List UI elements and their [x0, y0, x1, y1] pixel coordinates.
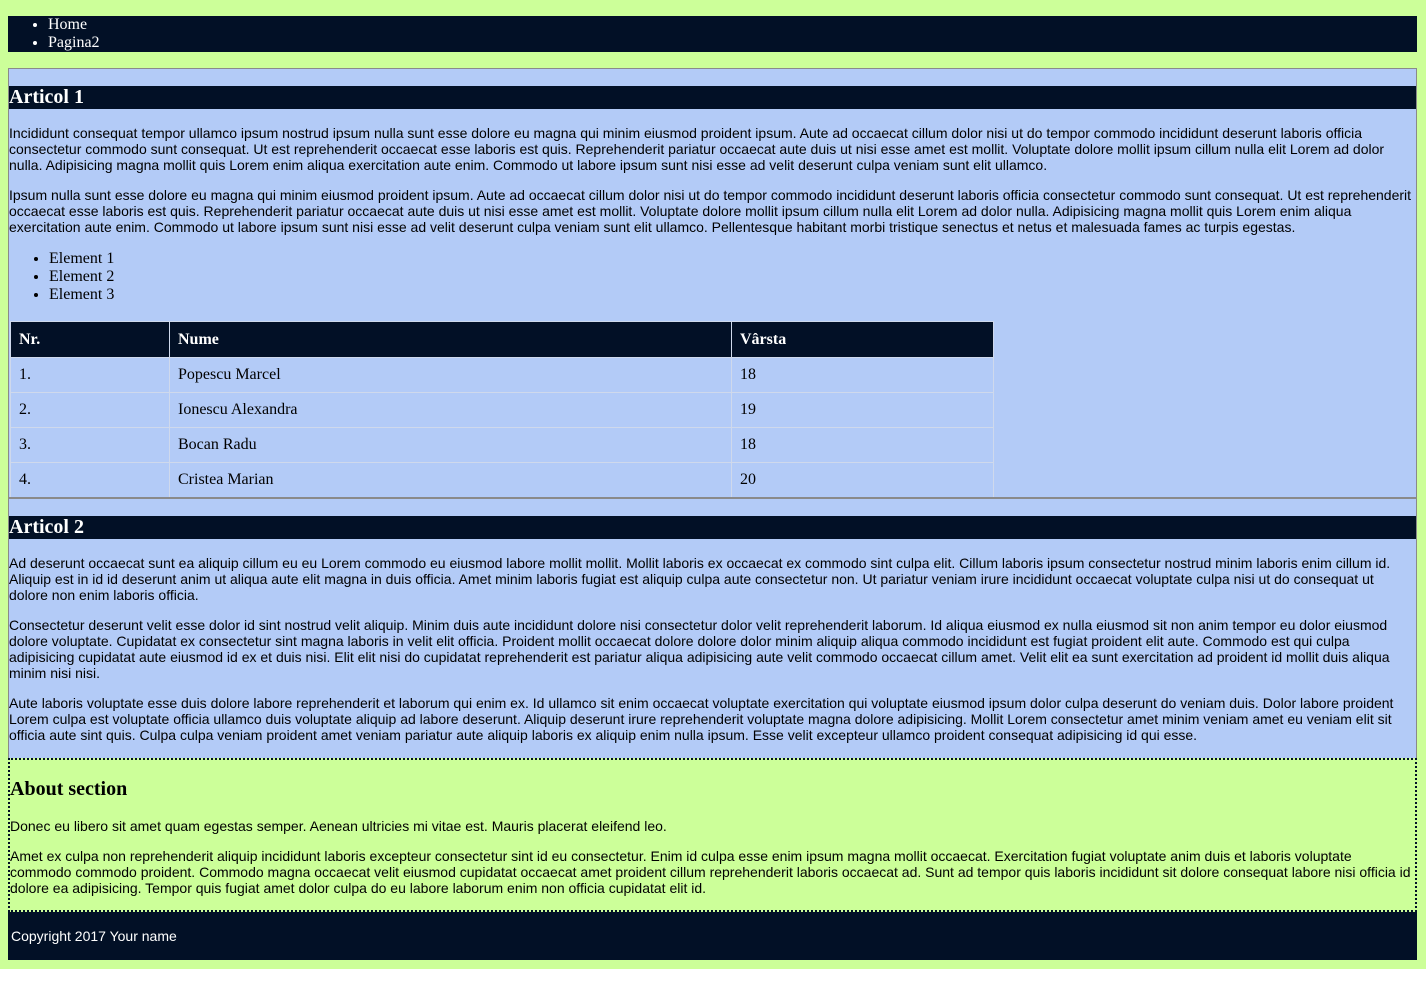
about-paragraph: Amet ex culpa non reprehenderit aliquip … [10, 848, 1411, 896]
column-header-varsta: Vârsta [731, 321, 994, 358]
article-1-list: Element 1 Element 2 Element 3 [9, 250, 114, 304]
about-paragraph: Donec eu libero sit amet quam egestas se… [10, 818, 667, 834]
article-1: Articol 1 Incididunt consequat tempor ul… [9, 86, 1416, 303]
about-title: About section [10, 778, 128, 800]
cell-nr: 2. [10, 392, 170, 428]
cell-varsta: 19 [731, 392, 994, 428]
column-header-nume: Nume [169, 321, 732, 358]
cell-nume: Cristea Marian [169, 462, 732, 498]
cell-nr: 3. [10, 427, 170, 463]
copyright-text: Copyright 2017 Your name [11, 928, 177, 944]
article-2-paragraph: Ad deserunt occaecat sunt ea aliquip cil… [9, 555, 1391, 603]
page-footer: Copyright 2017 Your name [8, 912, 1417, 960]
table-row: 1. Popescu Marcel 18 [10, 357, 994, 393]
cell-nume: Popescu Marcel [169, 357, 732, 393]
list-item: Element 3 [49, 286, 114, 304]
cell-varsta: 20 [731, 462, 994, 498]
list-item: Element 2 [49, 268, 114, 286]
article-1-paragraph: Ipsum nulla sunt esse dolore eu magna qu… [9, 187, 1412, 235]
nav-link-home[interactable]: Home [48, 16, 87, 33]
nav-link-pagina2[interactable]: Pagina2 [48, 34, 100, 51]
table-header-row: Nr. Nume Vârsta [10, 321, 994, 358]
nav-item-pagina2: Pagina2 [48, 34, 1417, 52]
people-table: Nr. Nume Vârsta 1. Popescu Marcel 18 2. … [10, 321, 994, 498]
article-2-paragraph: Consectetur deserunt velit esse dolor id… [9, 617, 1390, 681]
article-divider [9, 497, 1416, 499]
column-header-nr: Nr. [10, 321, 170, 358]
cell-nr: 4. [10, 462, 170, 498]
table-row: 2. Ionescu Alexandra 19 [10, 392, 994, 428]
cell-varsta: 18 [731, 427, 994, 463]
about-section: About section Donec eu libero sit amet q… [8, 758, 1417, 912]
nav-item-home: Home [48, 16, 1417, 34]
list-item: Element 1 [49, 250, 114, 268]
cell-varsta: 18 [731, 357, 994, 393]
table-row: 4. Cristea Marian 20 [10, 462, 994, 498]
cell-nr: 1. [10, 357, 170, 393]
cell-nume: Ionescu Alexandra [169, 392, 732, 428]
main-content: Articol 1 Incididunt consequat tempor ul… [8, 68, 1417, 759]
nav-list: Home Pagina2 [8, 16, 1417, 52]
article-1-paragraph: Incididunt consequat tempor ullamco ipsu… [9, 125, 1385, 173]
article-2-title: Articol 2 [9, 516, 1416, 539]
main-navigation: Home Pagina2 [8, 16, 1417, 52]
cell-nume: Bocan Radu [169, 427, 732, 463]
article-2-paragraph: Aute laboris voluptate esse duis dolore … [9, 695, 1394, 743]
table-row: 3. Bocan Radu 18 [10, 427, 994, 463]
article-2: Articol 2 Ad deserunt occaecat sunt ea a… [9, 516, 1416, 743]
article-1-title: Articol 1 [9, 86, 1416, 109]
